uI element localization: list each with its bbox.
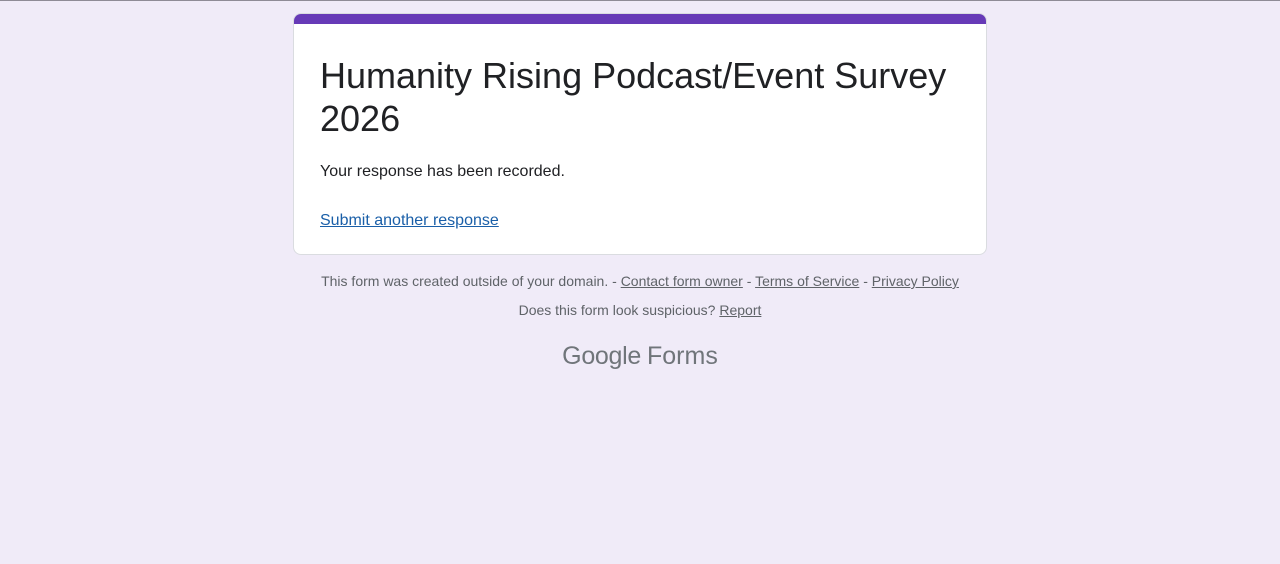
terms-of-service-link[interactable]: Terms of Service — [755, 273, 859, 289]
domain-notice-text: This form was created outside of your do… — [321, 273, 609, 289]
footer-separator: - — [612, 273, 617, 289]
card-accent-bar — [294, 14, 986, 24]
confirmation-message: Your response has been recorded. — [320, 163, 565, 180]
contact-form-owner-link[interactable]: Contact form owner — [621, 273, 743, 289]
form-title: Humanity Rising Podcast/Event Survey 202… — [320, 55, 947, 139]
top-divider — [0, 0, 1280, 1]
privacy-policy-link[interactable]: Privacy Policy — [872, 273, 959, 289]
footer-separator: - — [863, 273, 868, 289]
brand-product-name: Forms — [647, 342, 718, 370]
footer-report-line: Does this form look suspicious? Report — [0, 301, 1280, 319]
footer-separator: - — [746, 273, 752, 289]
card-body: Humanity Rising Podcast/Event Survey 202… — [320, 54, 960, 232]
submit-another-response-link[interactable]: Submit another response — [320, 210, 499, 232]
footer-domain-notice-line: This form was created outside of your do… — [0, 272, 1280, 290]
form-card: Humanity Rising Podcast/Event Survey 202… — [293, 13, 987, 255]
suspicious-question-text: Does this form look suspicious? — [518, 302, 716, 318]
google-forms-logo[interactable]: Google Forms — [0, 340, 1280, 372]
report-link[interactable]: Report — [719, 302, 761, 318]
brand-google-wordmark: Google — [562, 342, 641, 370]
